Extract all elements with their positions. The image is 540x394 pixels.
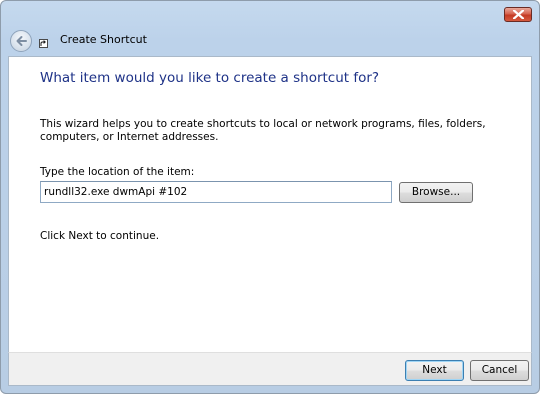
continue-instruction: Click Next to continue. [40,230,160,242]
wizard-description: This wizard helps you to create shortcut… [40,118,486,143]
wizard-footer: Next Cancel [8,352,532,386]
browse-button[interactable]: Browse... [399,182,473,203]
shortcut-arrow-icon [39,39,48,48]
close-icon [513,10,524,19]
location-input[interactable] [40,181,392,203]
close-button[interactable] [504,7,532,22]
location-label: Type the location of the item: [40,166,195,178]
back-button[interactable] [10,30,32,52]
cancel-button[interactable]: Cancel [470,360,529,381]
page-heading: What item would you like to create a sho… [40,70,380,86]
window-title: Create Shortcut [60,33,147,46]
next-button[interactable]: Next [405,360,464,381]
wizard-content: What item would you like to create a sho… [8,56,532,352]
create-shortcut-window: Create Shortcut What item would you like… [0,0,540,394]
back-arrow-icon [16,36,27,46]
